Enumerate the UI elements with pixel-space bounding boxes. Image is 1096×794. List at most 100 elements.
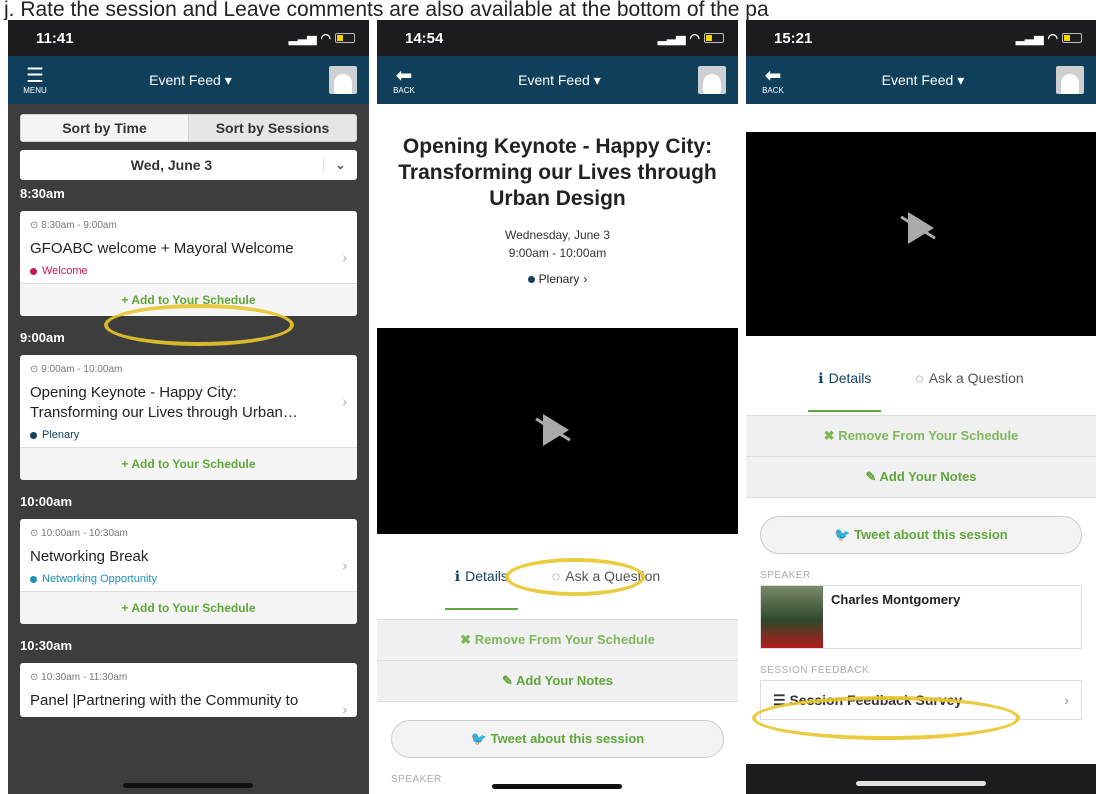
nav-bar: ⬅ BACK Event Feed ▾ xyxy=(746,56,1096,104)
session-time: ⊙ 9:00am - 10:00am xyxy=(30,364,347,375)
tab-details-label: Details xyxy=(828,370,872,386)
session-tabs: ℹ Details ◌ Ask a Question xyxy=(377,534,738,620)
remove-from-schedule-button[interactable]: ✖ Remove From Your Schedule xyxy=(377,620,738,661)
session-card-body[interactable]: ⊙ 9:00am - 10:00am Opening Keynote - Hap… xyxy=(20,355,357,447)
edit-icon: ✎ xyxy=(865,469,880,484)
chevron-right-icon: › xyxy=(1064,692,1069,708)
tab-ask-question[interactable]: ◌ Ask a Question xyxy=(905,370,1033,412)
session-header: Opening Keynote - Happy City: Transformi… xyxy=(377,104,738,328)
add-to-schedule-label: Add to Your Schedule xyxy=(131,457,256,471)
add-notes-button[interactable]: ✎ Add Your Notes xyxy=(377,661,738,702)
remove-from-schedule-button[interactable]: ✖ Remove From Your Schedule xyxy=(746,416,1096,457)
tab-ask-label: Ask a Question xyxy=(928,370,1024,386)
plus-icon: + xyxy=(121,601,132,615)
session-title: Opening Keynote - Happy City: Transformi… xyxy=(30,384,298,421)
speaker-section-label: SPEAKER xyxy=(760,570,811,581)
date-select[interactable]: Wed, June 3 ⌄ xyxy=(20,150,357,180)
sort-toggle: Sort by Time Sort by Sessions xyxy=(20,114,357,142)
event-feed-dropdown[interactable]: Event Feed ▾ xyxy=(518,72,601,89)
tweet-button[interactable]: 🐦 Tweet about this session xyxy=(391,720,724,758)
wifi-icon: ◠ xyxy=(689,31,700,45)
session-title: Networking Break xyxy=(30,548,149,565)
chevron-right-icon: › xyxy=(342,557,347,573)
session-card: ⊙ 9:00am - 10:00am Opening Keynote - Hap… xyxy=(20,355,357,480)
wifi-icon: ◠ xyxy=(320,31,331,45)
session-card-body[interactable]: ⊙ 10:30am - 11:30am Panel |Partnering wi… xyxy=(20,663,357,717)
wifi-icon: ◠ xyxy=(1047,31,1058,45)
session-card: ⊙ 10:30am - 11:30am Panel |Partnering wi… xyxy=(20,663,357,717)
chevron-right-icon: › xyxy=(583,272,588,286)
back-button[interactable]: ⬅ BACK xyxy=(387,66,421,95)
tab-details[interactable]: ℹ Details xyxy=(808,370,882,412)
add-to-schedule-button[interactable]: + Add to Your Schedule xyxy=(20,283,357,316)
time-heading: 8:30am xyxy=(20,186,65,201)
tag-dot-icon xyxy=(30,575,37,583)
session-card: ⊙ 8:30am - 9:00am GFOABC welcome + Mayor… xyxy=(20,211,357,316)
event-feed-dropdown[interactable]: Event Feed ▾ xyxy=(149,72,232,89)
sort-by-sessions-button[interactable]: Sort by Sessions xyxy=(189,115,356,141)
tweet-button[interactable]: 🐦 Tweet about this session xyxy=(760,516,1082,554)
status-icons: ▂▃▅ ◠ xyxy=(289,31,355,45)
session-tag: Networking Opportunity xyxy=(30,573,347,585)
avatar[interactable] xyxy=(328,66,357,94)
session-day: Wednesday, June 3 xyxy=(505,228,610,242)
session-tag-label: Welcome xyxy=(42,265,88,277)
tweet-label: Tweet about this session xyxy=(854,527,1008,542)
survey-label: Session Feedback Survey xyxy=(789,691,963,708)
session-title: Panel |Partnering with the Community to xyxy=(30,692,299,709)
session-card-body[interactable]: ⊙ 8:30am - 9:00am GFOABC welcome + Mayor… xyxy=(20,211,357,283)
signal-icon: ▂▃▅ xyxy=(288,31,317,45)
video-player[interactable] xyxy=(377,328,738,534)
menu-button[interactable]: ☰ MENU xyxy=(18,66,52,95)
tab-details[interactable]: ℹ Details xyxy=(444,568,518,610)
add-notes-button[interactable]: ✎ Add Your Notes xyxy=(746,457,1096,498)
track-link[interactable]: Plenary › xyxy=(391,272,724,286)
avatar[interactable] xyxy=(697,66,726,94)
time-heading: 9:00am xyxy=(20,330,65,345)
sort-by-time-button[interactable]: Sort by Time xyxy=(21,115,189,141)
caret-down-icon: ▾ xyxy=(957,71,965,88)
header-spacer xyxy=(746,104,1096,132)
tweet-label: Tweet about this session xyxy=(490,731,645,746)
add-to-schedule-button[interactable]: + Add to Your Schedule xyxy=(20,447,357,480)
feedback-section-label: SESSION FEEDBACK xyxy=(760,665,870,676)
x-icon: ✖ xyxy=(460,632,475,647)
status-bar: 11:41 ▂▃▅ ◠ xyxy=(8,20,369,56)
home-indicator xyxy=(492,784,622,789)
speaker-card[interactable]: Charles Montgomery xyxy=(760,585,1082,649)
add-to-schedule-button[interactable]: + Add to Your Schedule xyxy=(20,591,357,624)
time-heading: 10:30am xyxy=(20,638,73,653)
twitter-icon: 🐦 xyxy=(470,731,491,746)
chevron-down-icon: ⌄ xyxy=(323,158,357,172)
signal-icon: ▂▃▅ xyxy=(657,31,686,45)
tab-ask-question[interactable]: ◌ Ask a Question xyxy=(542,568,670,610)
list-icon: ☰ xyxy=(773,691,790,708)
clock-icon: ⊙ xyxy=(30,364,42,375)
nav-title: Event Feed xyxy=(149,72,221,88)
event-feed-dropdown[interactable]: Event Feed ▾ xyxy=(882,72,965,89)
session-title: Opening Keynote - Happy City: Transformi… xyxy=(398,135,717,210)
signal-icon: ▂▃▅ xyxy=(1015,31,1044,45)
session-card: ⊙ 10:00am - 10:30am Networking Break Net… xyxy=(20,519,357,624)
video-player[interactable] xyxy=(746,132,1096,336)
tab-details-label: Details xyxy=(465,568,508,584)
chevron-right-icon: › xyxy=(342,249,347,265)
battery-icon xyxy=(704,33,724,43)
arrow-left-icon: ⬅ xyxy=(395,64,413,87)
status-time: 11:41 xyxy=(36,29,74,47)
edit-icon: ✎ xyxy=(501,673,516,688)
x-icon: ✖ xyxy=(823,428,839,443)
arrow-left-icon: ⬅ xyxy=(764,64,782,87)
speaker-name: Charles Montgomery xyxy=(831,592,961,607)
session-card-body[interactable]: ⊙ 10:00am - 10:30am Networking Break Net… xyxy=(20,519,357,591)
status-time: 15:21 xyxy=(774,29,813,47)
date-select-value: Wed, June 3 xyxy=(130,157,213,173)
session-date: Wednesday, June 3 9:00am - 10:00am xyxy=(391,226,724,262)
chevron-right-icon: › xyxy=(342,393,347,409)
session-time-text: 9:00am - 10:00am xyxy=(41,364,123,375)
session-hours: 9:00am - 10:00am xyxy=(508,246,607,260)
session-feedback-survey-button[interactable]: ☰ Session Feedback Survey › xyxy=(760,680,1082,720)
remove-label: Remove From Your Schedule xyxy=(474,632,655,647)
back-button[interactable]: ⬅ BACK xyxy=(756,66,790,95)
avatar[interactable] xyxy=(1055,66,1084,94)
